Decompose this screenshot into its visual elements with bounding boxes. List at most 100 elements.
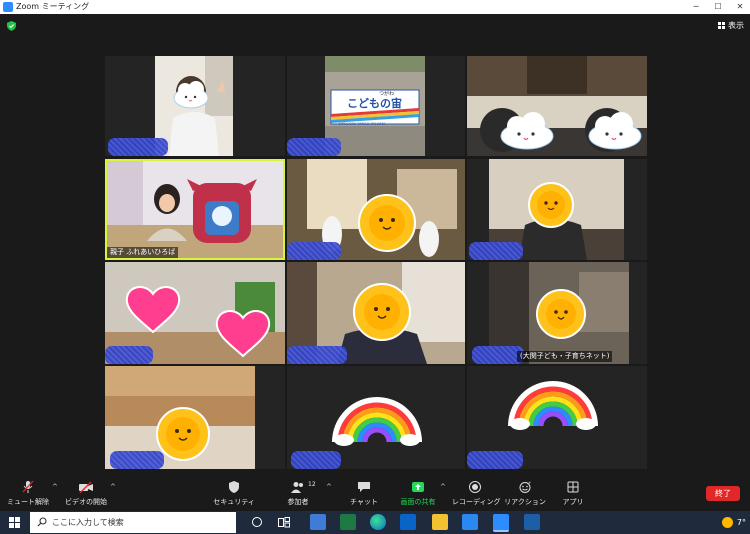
participant-name: (大関子ども・子育ちネット) — [517, 351, 613, 362]
name-redaction — [287, 242, 341, 260]
minimize-icon[interactable]: ─ — [686, 0, 706, 14]
grid-icon — [718, 22, 725, 29]
start-video-label: ビデオの開始 — [65, 498, 107, 506]
caret-up-icon[interactable]: ^ — [110, 483, 116, 491]
end-meeting-button[interactable]: 終了 — [706, 486, 740, 501]
chat-icon — [358, 482, 370, 492]
sun-sticker-icon — [536, 289, 586, 339]
participant-name: 親子 ふれあいひろば — [107, 247, 179, 258]
sun-sticker-icon — [353, 283, 411, 341]
participant-video — [467, 56, 647, 156]
video-tile-12-camera-off[interactable] — [467, 366, 647, 469]
zoom-logo-icon — [3, 2, 13, 12]
temperature: 7° — [736, 518, 746, 527]
name-redaction — [105, 346, 153, 364]
record-button[interactable]: レコーディング — [452, 481, 501, 507]
participants-button[interactable]: 12 参加者 — [278, 481, 318, 507]
video-tile-7[interactable] — [105, 262, 285, 364]
video-tile-2[interactable]: つがわ こどもの宙 NPOSORA TANGO YAHAMA — [287, 56, 465, 156]
record-label: レコーディング — [452, 498, 501, 506]
record-icon — [469, 481, 481, 493]
dropbox-icon[interactable] — [462, 514, 478, 530]
video-tile-6[interactable] — [467, 159, 647, 260]
shield-icon[interactable] — [7, 21, 16, 31]
share-screen-icon — [412, 482, 424, 492]
rainbow-sticker-icon — [508, 381, 598, 430]
caret-up-icon[interactable]: ^ — [440, 483, 446, 491]
sign-main-text: こどもの宙 — [347, 96, 402, 110]
reaction-emoji-icon: + — [519, 480, 531, 493]
video-tile-10[interactable] — [105, 366, 285, 469]
video-tile-9[interactable]: (大関子ども・子育ちネット) — [467, 262, 647, 364]
name-redaction — [108, 138, 168, 156]
reaction-label: リアクション — [504, 498, 546, 506]
name-redaction — [467, 451, 523, 469]
video-off-icon — [79, 481, 93, 494]
sign-top-text: つがわ — [379, 90, 394, 97]
video-tile-4-active-speaker[interactable]: 親子 ふれあいひろば — [105, 159, 285, 260]
weather-icon[interactable] — [721, 517, 733, 528]
sun-sticker-icon — [156, 407, 210, 461]
video-tile-11-camera-off[interactable] — [287, 366, 465, 469]
search-icon — [37, 517, 47, 527]
name-redaction — [110, 451, 164, 469]
caret-up-icon[interactable]: ^ — [326, 483, 332, 491]
outlook-icon[interactable] — [400, 514, 416, 530]
apps-button[interactable]: アプリ — [556, 481, 590, 507]
room-photo — [467, 56, 647, 156]
search-placeholder: ここに入力して検索 — [52, 518, 124, 527]
meeting-area: 表示 つがわ こどもの宙 NPOSORA TANGO YAHAMA 親子 ふれあ… — [0, 14, 750, 477]
apps-icon — [567, 481, 579, 493]
participant-video — [107, 161, 283, 258]
taskbar-search-box[interactable]: ここに入力して検索 — [30, 512, 236, 533]
app-icon[interactable] — [524, 514, 540, 530]
excel-icon[interactable] — [340, 514, 356, 530]
windows-taskbar: ここに入力して検索 7° — [0, 511, 750, 534]
meeting-toolbar: ミュート解除 ^ ビデオの開始 ^ セキュリティ 12 参加者 ^ チャット 画… — [0, 477, 750, 511]
edge-icon[interactable] — [370, 514, 386, 530]
video-tile-1[interactable] — [105, 56, 285, 156]
chat-label: チャット — [350, 498, 378, 506]
start-video-button[interactable]: ビデオの開始 — [64, 481, 108, 507]
shield-icon — [229, 481, 239, 493]
video-tile-5[interactable] — [287, 159, 465, 260]
sun-sticker-icon — [528, 182, 574, 228]
name-redaction — [291, 451, 341, 469]
unmute-button[interactable]: ミュート解除 — [6, 480, 50, 507]
security-button[interactable]: セキュリティ — [212, 481, 256, 507]
share-screen-label: 画面の共有 — [400, 498, 436, 506]
name-redaction — [287, 346, 347, 364]
name-redaction — [287, 138, 341, 156]
window-title: Zoom ミーティング — [16, 2, 90, 11]
playroom-photo — [107, 161, 283, 258]
view-label: 表示 — [728, 21, 744, 30]
share-screen-button[interactable]: 画面の共有 — [396, 481, 440, 507]
caret-up-icon[interactable]: ^ — [52, 483, 58, 491]
chat-button[interactable]: チャット — [344, 481, 384, 507]
participants-label: 参加者 — [287, 498, 309, 506]
windows-start-icon[interactable] — [9, 517, 20, 528]
task-view-icon[interactable] — [278, 517, 290, 528]
unmute-label: ミュート解除 — [7, 498, 49, 506]
video-tile-3[interactable] — [467, 56, 647, 156]
video-tile-8[interactable] — [287, 262, 465, 364]
view-button[interactable]: 表示 — [718, 20, 744, 31]
name-redaction — [469, 242, 523, 260]
system-tray: 7° — [721, 517, 746, 528]
store-icon[interactable] — [310, 514, 326, 530]
svg-text:+: + — [528, 481, 531, 485]
cortana-icon[interactable] — [252, 517, 262, 527]
security-label: セキュリティ — [213, 498, 255, 506]
close-icon[interactable]: ✕ — [730, 0, 750, 14]
reaction-button[interactable]: + リアクション — [504, 480, 546, 507]
sign-sub-text: NPOSORA TANGO YAHAMA — [339, 122, 386, 126]
apps-label: アプリ — [562, 498, 584, 506]
sun-sticker-icon — [358, 194, 416, 252]
participants-count: 12 — [308, 481, 316, 488]
rainbow-sticker-icon — [332, 397, 422, 446]
participants-icon — [291, 482, 303, 493]
file-explorer-icon[interactable] — [432, 514, 448, 530]
maximize-icon[interactable]: ☐ — [708, 0, 728, 14]
zoom-taskbar-icon[interactable] — [493, 514, 509, 532]
microphone-muted-icon — [22, 480, 34, 493]
